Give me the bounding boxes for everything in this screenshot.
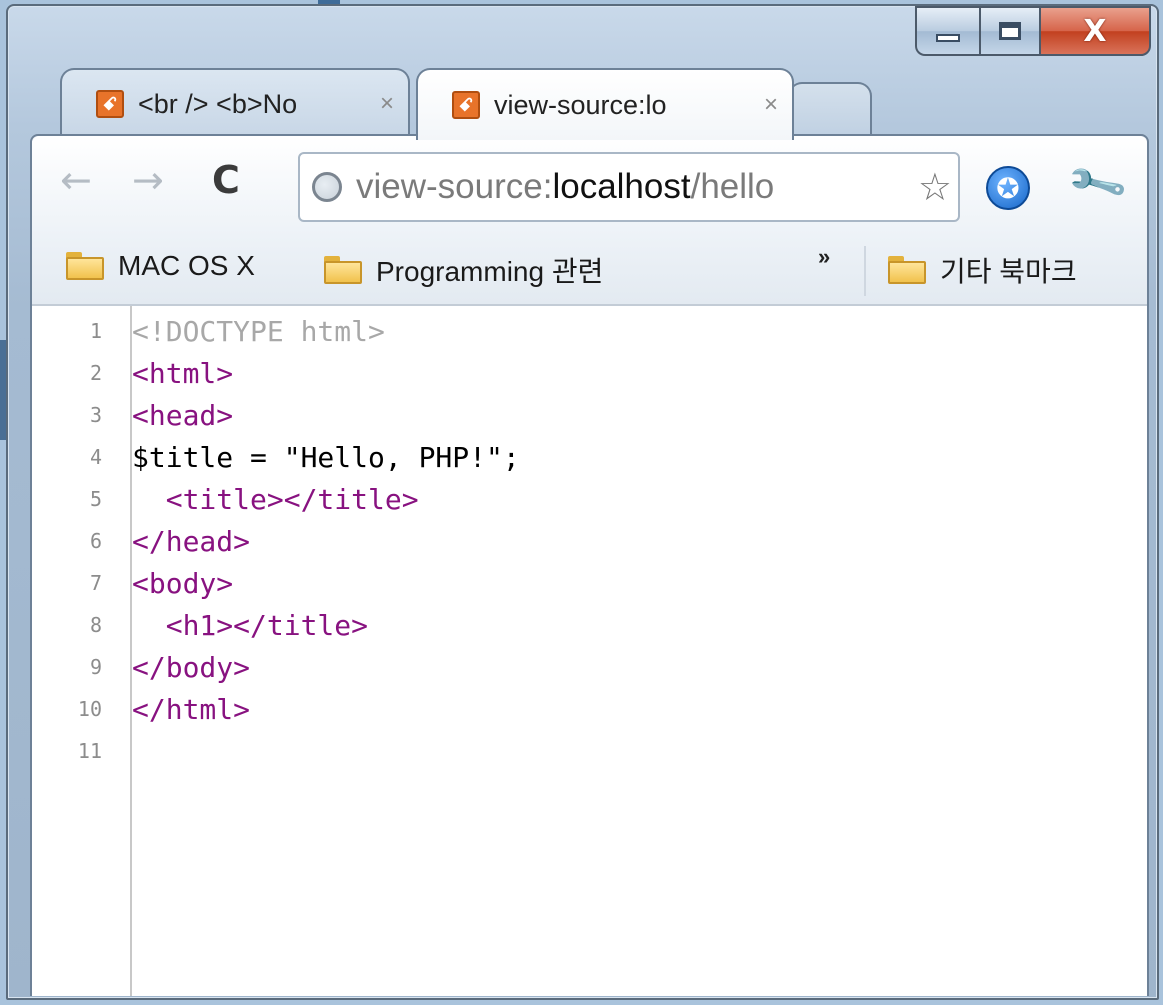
other-bookmarks-folder[interactable]: 기타 북마크: [888, 250, 1077, 290]
xampp-favicon-icon: ꗃ: [452, 91, 480, 119]
bookmark-folder-mac-os-x[interactable]: MAC OS X: [66, 250, 255, 282]
tab-close-icon[interactable]: ×: [764, 91, 778, 119]
source-line: 7 <body>: [32, 562, 1147, 604]
browser-content-frame: ← → C view-source:localhost/hello ☆ ✪ 🔧 …: [30, 134, 1149, 996]
bookmarks-overflow-chevron-icon[interactable]: »: [818, 244, 830, 270]
url-host: localhost: [552, 167, 691, 206]
address-bar[interactable]: view-source:localhost/hello ☆: [298, 152, 960, 222]
line-number: 11: [77, 739, 102, 763]
minimize-icon: [936, 34, 960, 42]
url-path: /hello: [690, 167, 775, 206]
close-icon: X: [1083, 13, 1107, 49]
folder-icon: [888, 256, 926, 284]
line-number: 8: [89, 613, 102, 637]
source-code: <title></title>: [132, 482, 419, 516]
line-number: 2: [89, 361, 102, 385]
tab-active[interactable]: ꗃ view-source:lo ×: [416, 68, 794, 140]
source-code: </html>: [132, 692, 251, 726]
line-number: 3: [89, 403, 102, 427]
line-number: 6: [89, 529, 102, 553]
bookmarks-divider: [864, 246, 866, 296]
maximize-button[interactable]: [979, 6, 1039, 56]
source-line: 2 <html>: [32, 352, 1147, 394]
url-text[interactable]: view-source:localhost/hello: [356, 167, 914, 207]
tab-title: <br /> <b>No: [138, 88, 298, 119]
bookmark-star-icon[interactable]: ☆: [918, 165, 952, 209]
toolbar: ← → C view-source:localhost/hello ☆ ✪ 🔧: [32, 136, 1147, 236]
view-source-panel: 1 <!DOCTYPE html> 2 <html> 3 <head> 4 $title = …: [32, 306, 1147, 996]
folder-icon: [324, 256, 362, 284]
source-line: 5 <title></title>: [32, 478, 1147, 520]
minimize-button[interactable]: [915, 6, 979, 56]
bookmark-folder-programming[interactable]: Programming 관련: [324, 250, 603, 290]
maximize-icon: [999, 22, 1021, 40]
bookmark-label: 기타 북마크: [940, 256, 1077, 287]
close-window-button[interactable]: X: [1039, 6, 1151, 56]
bookmark-label: MAC OS X: [118, 250, 255, 281]
bookmarks-bar: MAC OS X Programming 관련 » 기타 북마크: [32, 236, 1147, 306]
source-line: 6 </head>: [32, 520, 1147, 562]
new-tab-button[interactable]: [788, 82, 872, 138]
source-line: 10 </html>: [32, 688, 1147, 730]
xampp-favicon-icon: ꗃ: [96, 90, 124, 118]
line-number: 10: [77, 697, 102, 721]
source-code: $title = "Hello, PHP!";: [132, 440, 520, 474]
folder-icon: [66, 252, 104, 280]
source-line: 3 <head>: [32, 394, 1147, 436]
extension-icon[interactable]: ✪: [986, 166, 1030, 210]
reload-icon[interactable]: C: [212, 158, 240, 202]
url-scheme: view-source:: [356, 167, 553, 206]
source-code: <h1></title>: [132, 608, 369, 642]
tab-inactive[interactable]: ꗃ <br /> <b>No ×: [60, 68, 410, 138]
source-line: 11: [32, 730, 1147, 772]
line-number: 1: [89, 319, 102, 343]
source-code: </head>: [132, 524, 251, 558]
source-code: </body>: [132, 650, 251, 684]
forward-arrow-icon[interactable]: →: [132, 158, 164, 202]
source-code: <body>: [132, 566, 234, 600]
back-arrow-icon[interactable]: ←: [60, 158, 92, 202]
line-number: 9: [89, 655, 102, 679]
wrench-icon[interactable]: 🔧: [1064, 151, 1130, 217]
source-line: 1 <!DOCTYPE html>: [32, 310, 1147, 352]
tab-close-icon[interactable]: ×: [380, 90, 394, 118]
line-number: 4: [89, 445, 102, 469]
source-line: 9 </body>: [32, 646, 1147, 688]
bookmark-label: Programming 관련: [376, 256, 604, 287]
line-number: 7: [89, 571, 102, 595]
browser-window: X ꗃ <br /> <b>No × ꗃ view-source:lo × ← …: [6, 4, 1159, 1000]
source-code: <html>: [132, 356, 234, 390]
source-line: 8 <h1></title>: [32, 604, 1147, 646]
source-code: <head>: [132, 398, 234, 432]
tab-title: view-source:lo: [494, 89, 667, 120]
window-controls: X: [915, 6, 1151, 56]
source-code: <!DOCTYPE html>: [132, 314, 385, 348]
source-line: 4 $title = "Hello, PHP!";: [32, 436, 1147, 478]
globe-icon: [312, 172, 342, 202]
line-number: 5: [89, 487, 102, 511]
